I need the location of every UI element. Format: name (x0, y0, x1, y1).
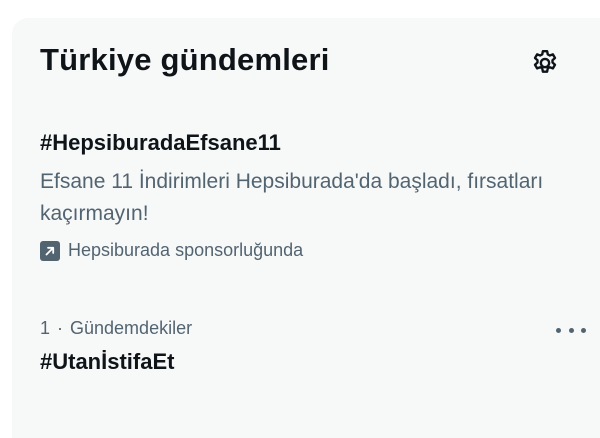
more-icon[interactable] (556, 320, 586, 340)
trend-meta: 1 · Gündemdekiler (40, 318, 580, 339)
promoted-trend[interactable]: #HepsiburadaEfsane11 Efsane 11 İndirimle… (40, 130, 580, 261)
trend-item[interactable]: 1 · Gündemdekiler #UtanİstifaEt (40, 318, 586, 375)
sponsor-line: Hepsiburada sponsorluğunda (40, 240, 580, 261)
promoted-arrow-icon (40, 240, 60, 261)
trend-rank: 1 (40, 318, 51, 338)
promoted-hashtag[interactable]: #HepsiburadaEfsane11 (40, 130, 580, 156)
gear-icon[interactable] (528, 46, 562, 80)
trend-category: Gündemdekiler (70, 318, 193, 338)
trend-separator: · (57, 318, 64, 338)
trends-panel: Türkiye gündemleri #HepsiburadaEfsane11 … (12, 18, 600, 438)
sponsor-text: Hepsiburada sponsorluğunda (68, 240, 304, 260)
promoted-description: Efsane 11 İndirimleri Hepsiburada'da baş… (40, 170, 544, 225)
trend-name[interactable]: #UtanİstifaEt (40, 349, 580, 375)
panel-title: Türkiye gündemleri (40, 42, 330, 77)
